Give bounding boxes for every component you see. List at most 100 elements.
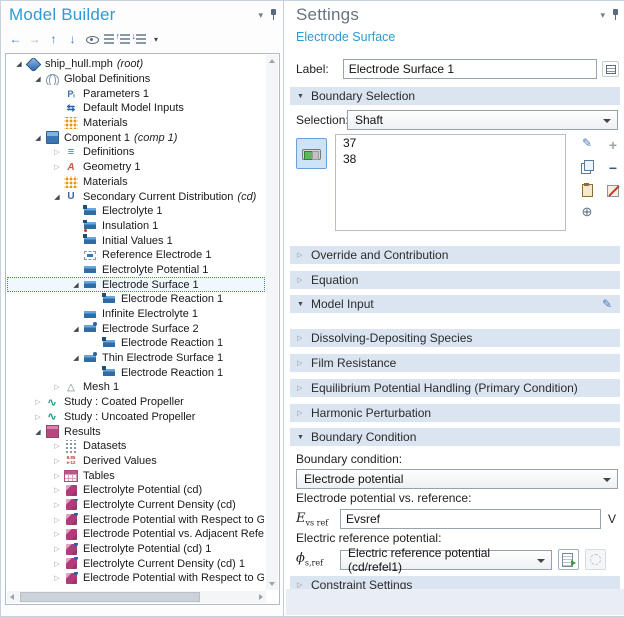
- tree-item[interactable]: ▷8.85e-12Derived Values: [7, 454, 265, 469]
- paste-selection-icon[interactable]: [582, 183, 592, 196]
- expand-all-icon[interactable]: [120, 34, 130, 44]
- section-boundary-selection[interactable]: ▼ Boundary Selection: [290, 87, 620, 105]
- expand-node-icon[interactable]: ▷: [51, 486, 63, 494]
- panel-menu-icon[interactable]: ▾: [258, 10, 263, 20]
- collapse-node-icon[interactable]: ◢: [70, 281, 82, 289]
- tree-item[interactable]: Electrode Reaction 1: [7, 292, 265, 307]
- pin-icon[interactable]: [270, 9, 277, 21]
- expand-node-icon[interactable]: ▷: [32, 398, 44, 406]
- expand-node-icon[interactable]: ▷: [51, 457, 63, 465]
- back-icon[interactable]: ←: [9, 32, 22, 46]
- tree-item[interactable]: ▷≡Definitions: [7, 145, 265, 160]
- expand-node-icon[interactable]: ▷: [51, 383, 63, 391]
- section-equilibrium-potential-handling[interactable]: ▷ Equilibrium Potential Handling (Primar…: [290, 379, 620, 397]
- tree-item[interactable]: ◢USecondary Current Distribution(cd): [7, 189, 265, 204]
- collapse-node-icon[interactable]: ◢: [70, 325, 82, 333]
- expand-node-icon[interactable]: ▷: [51, 545, 63, 553]
- tree-item[interactable]: ▷Tables: [7, 468, 265, 483]
- section-harmonic-perturbation[interactable]: ▷ Harmonic Perturbation: [290, 404, 620, 422]
- boundary-condition-dropdown[interactable]: Electrode potential: [296, 469, 618, 489]
- collapse-node-icon[interactable]: ◢: [13, 60, 25, 68]
- go-to-node-icon[interactable]: [136, 34, 146, 44]
- tree-item[interactable]: Electrode Reaction 1: [7, 336, 265, 351]
- forward-icon[interactable]: →: [28, 32, 41, 46]
- tree-item[interactable]: ▷△Mesh 1: [7, 380, 265, 395]
- edit-model-input-icon[interactable]: ✎: [602, 297, 612, 311]
- add-to-selection-icon[interactable]: +: [609, 138, 617, 152]
- expand-node-icon[interactable]: ▷: [51, 442, 63, 450]
- tree-item[interactable]: Materials: [7, 175, 265, 190]
- rename-button[interactable]: [602, 61, 619, 77]
- collapse-node-icon[interactable]: ◢: [32, 428, 44, 436]
- tree-item[interactable]: Reference Electrode 1: [7, 248, 265, 263]
- tree-item[interactable]: ◢Results: [7, 424, 265, 439]
- scroll-left-icon[interactable]: [10, 594, 14, 600]
- tree-item[interactable]: Electrolyte Potential 1: [7, 263, 265, 278]
- go-to-source-button[interactable]: [558, 549, 579, 570]
- tree-item[interactable]: Insulation 1: [7, 219, 265, 234]
- section-dissolving-depositing-species[interactable]: ▷ Dissolving-Depositing Species: [290, 329, 620, 347]
- section-film-resistance[interactable]: ▷ Film Resistance: [290, 354, 620, 372]
- copy-selection-icon[interactable]: [581, 160, 593, 173]
- tree-item[interactable]: Electrolyte 1: [7, 204, 265, 219]
- collapse-node-icon[interactable]: ◢: [51, 193, 63, 201]
- zoom-to-selection-icon[interactable]: ⊕: [582, 205, 593, 219]
- tree-vertical-scrollbar[interactable]: [266, 55, 278, 590]
- tree-item[interactable]: ◢Electrode Surface 2: [7, 321, 265, 336]
- tree-item[interactable]: ▷Datasets: [7, 439, 265, 454]
- tree-item[interactable]: ▷Electrolyte Current Density (cd) 1: [7, 556, 265, 571]
- collapse-node-icon[interactable]: ◢: [32, 134, 44, 142]
- tree-item[interactable]: Electrode Reaction 1: [7, 365, 265, 380]
- pin-icon[interactable]: [612, 9, 619, 21]
- collapse-all-icon[interactable]: [104, 34, 114, 44]
- tree-item[interactable]: Infinite Electrolyte 1: [7, 307, 265, 322]
- section-equation[interactable]: ▷ Equation: [290, 271, 620, 289]
- tree-item[interactable]: ▷Electrode Potential with Respect to Gro…: [7, 512, 265, 527]
- tree-item[interactable]: ▷Electrode Potential with Respect to Gro…: [7, 571, 265, 586]
- toolbar-more-icon[interactable]: ▾: [154, 35, 158, 44]
- section-model-input[interactable]: ▼ Model Input ✎: [290, 295, 620, 313]
- tree-item[interactable]: ▷AGeometry 1: [7, 160, 265, 175]
- move-up-icon[interactable]: ↑: [47, 32, 60, 46]
- selection-entity-list[interactable]: 3738: [335, 134, 566, 231]
- tree-item[interactable]: ▷Electrolyte Current Density (cd): [7, 498, 265, 513]
- tree-item[interactable]: PᵢParameters 1: [7, 86, 265, 101]
- move-down-icon[interactable]: ↓: [66, 32, 79, 46]
- expand-node-icon[interactable]: ▷: [51, 163, 63, 171]
- expand-node-icon[interactable]: ▷: [32, 413, 44, 421]
- tree-item[interactable]: ◢Global Definitions: [7, 72, 265, 87]
- scroll-down-icon[interactable]: [269, 582, 275, 586]
- tree-item[interactable]: ▷∿Study : Uncoated Propeller: [7, 410, 265, 425]
- tree-item[interactable]: ▷Electrolyte Potential (cd): [7, 483, 265, 498]
- expand-node-icon[interactable]: ▷: [51, 530, 63, 538]
- tree-item[interactable]: Materials: [7, 116, 265, 131]
- refpot-dropdown[interactable]: Electric reference potential (cd/refel1): [340, 550, 552, 570]
- clear-selection-icon[interactable]: [607, 185, 619, 197]
- tree-item[interactable]: ▷Electrode Potential vs. Adjacent Refere…: [7, 527, 265, 542]
- expand-node-icon[interactable]: ▷: [51, 472, 63, 480]
- label-input[interactable]: [343, 59, 597, 79]
- tree-item[interactable]: ◢ship_hull.mph(root): [7, 57, 265, 72]
- evsref-input[interactable]: [340, 509, 601, 529]
- tree-item[interactable]: ◢Electrode Surface 1: [7, 277, 265, 292]
- scrollbar-thumb[interactable]: [20, 592, 200, 602]
- show-icon[interactable]: [85, 35, 98, 44]
- tree-item[interactable]: ◢Component 1(comp 1): [7, 130, 265, 145]
- collapse-node-icon[interactable]: ◢: [32, 75, 44, 83]
- tree-item[interactable]: ▷∿Study : Coated Propeller: [7, 395, 265, 410]
- active-toggle-button[interactable]: [296, 138, 327, 169]
- section-boundary-condition[interactable]: ▼ Boundary Condition: [290, 428, 620, 446]
- tree-horizontal-scrollbar[interactable]: [7, 591, 266, 603]
- scroll-up-icon[interactable]: [269, 59, 275, 63]
- tree-item[interactable]: ▷Electrolyte Potential (cd) 1: [7, 542, 265, 557]
- tree-item[interactable]: ⇆Default Model Inputs: [7, 101, 265, 116]
- remove-from-selection-icon[interactable]: −: [609, 161, 617, 175]
- collapse-node-icon[interactable]: ◢: [70, 354, 82, 362]
- expand-node-icon[interactable]: ▷: [51, 148, 63, 156]
- tree-item[interactable]: Initial Values 1: [7, 233, 265, 248]
- expand-node-icon[interactable]: ▷: [51, 574, 63, 582]
- tree-item[interactable]: ◢Thin Electrode Surface 1: [7, 351, 265, 366]
- selection-entity[interactable]: 37: [336, 135, 565, 151]
- expand-node-icon[interactable]: ▷: [51, 501, 63, 509]
- scroll-right-icon[interactable]: [259, 594, 263, 600]
